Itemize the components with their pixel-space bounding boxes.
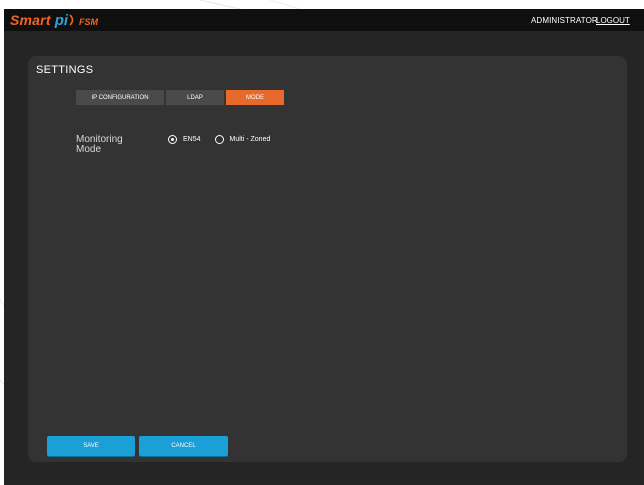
logo-smart-text: Smart bbox=[10, 12, 51, 28]
logo-fsm-text: FSM bbox=[79, 16, 99, 27]
radio-option-multi-zoned[interactable]: Multi - Zoned bbox=[214, 135, 271, 144]
radio-checked-icon[interactable] bbox=[168, 135, 177, 144]
settings-tabs: IP CONFIGURATION LDAP MODE bbox=[76, 90, 286, 105]
tab-mode[interactable]: MODE bbox=[226, 90, 284, 105]
tab-ldap[interactable]: LDAP bbox=[166, 90, 224, 105]
current-user-label: ADMINISTRATOR bbox=[531, 16, 598, 25]
logout-link[interactable]: LOGOUT bbox=[596, 16, 630, 25]
save-button[interactable]: SAVE bbox=[47, 436, 135, 456]
logo-pi-text: pi bbox=[54, 11, 69, 29]
radio-option-en54[interactable]: EN54 bbox=[168, 135, 201, 144]
monitoring-mode-radio-group: EN54 Multi - Zoned bbox=[168, 135, 284, 144]
cancel-button[interactable]: CANCEL bbox=[139, 436, 228, 456]
smartpi-fsm-logo: Smart pi FSM bbox=[10, 10, 98, 30]
settings-panel: SETTINGS IP CONFIGURATION LDAP MODE Moni… bbox=[28, 56, 627, 462]
page-title: SETTINGS bbox=[36, 64, 94, 76]
monitoring-mode-label: Monitoring Mode bbox=[76, 134, 123, 155]
radio-label-en54: EN54 bbox=[183, 136, 201, 143]
radio-unchecked-icon[interactable] bbox=[214, 135, 224, 144]
app-window: Smart pi FSM ADMINISTRATOR LOGOUT SETTIN… bbox=[4, 9, 644, 485]
tab-ip-configuration[interactable]: IP CONFIGURATION bbox=[76, 90, 164, 105]
radio-label-multi-zoned: Multi - Zoned bbox=[229, 136, 271, 143]
top-bar: Smart pi FSM ADMINISTRATOR LOGOUT bbox=[4, 9, 644, 31]
signal-arc-icon bbox=[69, 14, 74, 26]
